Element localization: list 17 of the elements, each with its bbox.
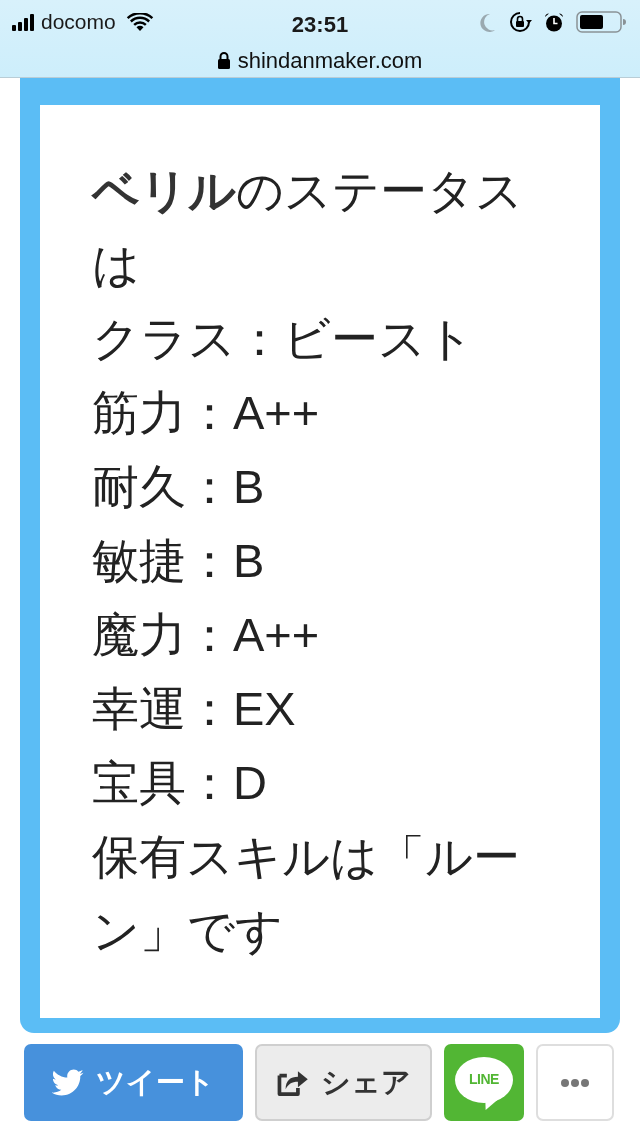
share-button[interactable]: シェア (255, 1044, 432, 1121)
result-text: ベリルのステータスは クラス：ビースト 筋力：A++ 耐久：B 敏捷：B 魔力：A++ 幸運：EX 宝具：D 保有スキルは「ルーン」です (92, 163, 524, 959)
bird-icon (52, 1069, 84, 1096)
more-button[interactable] (536, 1044, 614, 1121)
signal-icon (12, 13, 34, 31)
url-text: shindanmaker.com (237, 47, 423, 75)
clock-time: 23:51 (291, 12, 349, 37)
moon-icon (480, 12, 497, 32)
tweet-button[interactable]: ツイート (24, 1044, 243, 1121)
alarm-clock-icon (544, 12, 564, 32)
lock-icon (217, 52, 230, 69)
carrier-name: docomo (41, 9, 116, 36)
line-button[interactable]: LINE (444, 1044, 524, 1121)
wifi-icon (125, 12, 154, 32)
more-icon (561, 1078, 589, 1087)
battery-icon (576, 11, 626, 33)
rotation-lock-icon (509, 11, 532, 33)
